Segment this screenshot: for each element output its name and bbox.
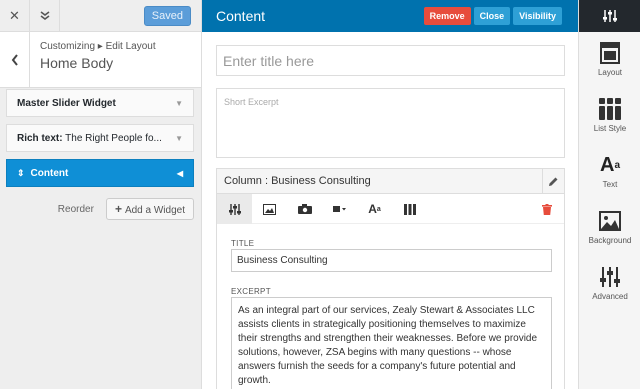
remove-button[interactable]: Remove bbox=[423, 7, 471, 25]
camera-icon[interactable] bbox=[287, 194, 322, 224]
editor-title: Content bbox=[216, 8, 266, 24]
column-title: Column : Business Consulting bbox=[224, 175, 371, 187]
close-icon[interactable]: ✕ bbox=[0, 0, 30, 32]
sidebar-item-label: Advanced bbox=[592, 292, 628, 301]
collapse-icon[interactable] bbox=[30, 0, 60, 32]
caret-left-icon: ◀ bbox=[176, 168, 183, 178]
sidebar-item-background[interactable]: Background bbox=[579, 208, 640, 245]
caret-down-icon: ▼ bbox=[175, 98, 183, 108]
back-arrow-icon[interactable] bbox=[0, 32, 30, 87]
widget-detail: The Right People fo... bbox=[62, 132, 162, 144]
sidebar-item-label: List Style bbox=[593, 124, 627, 133]
list-style-icon bbox=[579, 96, 640, 122]
excerpt-input[interactable]: Short Excerpt bbox=[216, 88, 565, 158]
customizer-panel: ✕ Saved Customizing ▸ Edit Layout Home B… bbox=[0, 0, 202, 389]
content-editor: Content Remove Close Visibility Enter ti… bbox=[202, 0, 578, 389]
title-field-label: TITLE bbox=[231, 239, 255, 248]
columns-icon[interactable] bbox=[392, 194, 427, 224]
column-title-field[interactable]: Business Consulting bbox=[231, 249, 552, 272]
title-input[interactable]: Enter title here bbox=[216, 45, 565, 76]
editor-header: Content Remove Close Visibility bbox=[202, 0, 578, 32]
page-title: Home Body bbox=[40, 55, 114, 71]
image-icon[interactable] bbox=[252, 194, 287, 224]
add-widget-button[interactable]: + Add a Widget bbox=[105, 198, 194, 220]
visibility-button[interactable]: Visibility bbox=[513, 7, 562, 25]
style-sidebar: Layout List Style Aa Text Background Adv… bbox=[578, 0, 640, 389]
widget-rich-text[interactable]: Rich text: The Right People fo... ▼ bbox=[6, 124, 194, 152]
plus-icon: + bbox=[114, 202, 122, 216]
widget-label: Rich text: bbox=[17, 132, 63, 144]
layout-icon bbox=[579, 40, 640, 66]
sidebar-item-label: Text bbox=[602, 180, 618, 189]
close-button[interactable]: Close bbox=[473, 7, 511, 25]
column-excerpt-field[interactable]: As an integral part of our services, Zea… bbox=[231, 297, 552, 389]
text-style-icon: Aa bbox=[599, 153, 620, 176]
sidebar-item-text[interactable]: Aa Text bbox=[579, 152, 640, 190]
text-icon[interactable]: Aa bbox=[357, 194, 392, 224]
customizer-header: Customizing ▸ Edit Layout Home Body bbox=[0, 32, 201, 88]
sliders-icon[interactable] bbox=[217, 194, 252, 224]
sidebar-item-label: Layout bbox=[597, 68, 623, 77]
caret-down-icon: ▼ bbox=[175, 133, 183, 143]
trash-icon[interactable] bbox=[529, 194, 564, 224]
reorder-link[interactable]: Reorder bbox=[58, 204, 94, 215]
sidebar-item-list-style[interactable]: List Style bbox=[579, 96, 640, 133]
widget-label: Master Slider Widget bbox=[17, 97, 116, 109]
breadcrumb: Customizing ▸ Edit Layout bbox=[40, 41, 156, 52]
sidebar-item-label: Background bbox=[588, 236, 632, 245]
add-widget-label: Add a Widget bbox=[124, 205, 185, 216]
widget-content[interactable]: ⇕ Content ◀ bbox=[6, 159, 194, 187]
move-icon: ⇕ bbox=[17, 167, 25, 178]
column-panel: Column : Business Consulting Aa TITLE Bu… bbox=[216, 168, 565, 389]
widget-master-slider[interactable]: Master Slider Widget ▼ bbox=[6, 89, 194, 117]
color-icon[interactable] bbox=[322, 194, 357, 224]
column-tabs: Aa bbox=[217, 194, 564, 224]
column-header: Column : Business Consulting bbox=[217, 168, 564, 194]
customizer-topbar: ✕ Saved bbox=[0, 0, 201, 32]
background-image-icon bbox=[579, 208, 640, 234]
settings-sliders-icon[interactable] bbox=[579, 0, 640, 32]
saved-button[interactable]: Saved bbox=[143, 5, 191, 26]
sidebar-item-layout[interactable]: Layout bbox=[579, 40, 640, 77]
excerpt-field-label: EXCERPT bbox=[231, 287, 271, 296]
widget-label: Content bbox=[30, 167, 69, 179]
advanced-sliders-icon bbox=[579, 264, 640, 290]
widget-actions: Reorder + Add a Widget bbox=[0, 198, 202, 220]
pencil-icon[interactable] bbox=[542, 168, 564, 194]
sidebar-item-advanced[interactable]: Advanced bbox=[579, 264, 640, 301]
